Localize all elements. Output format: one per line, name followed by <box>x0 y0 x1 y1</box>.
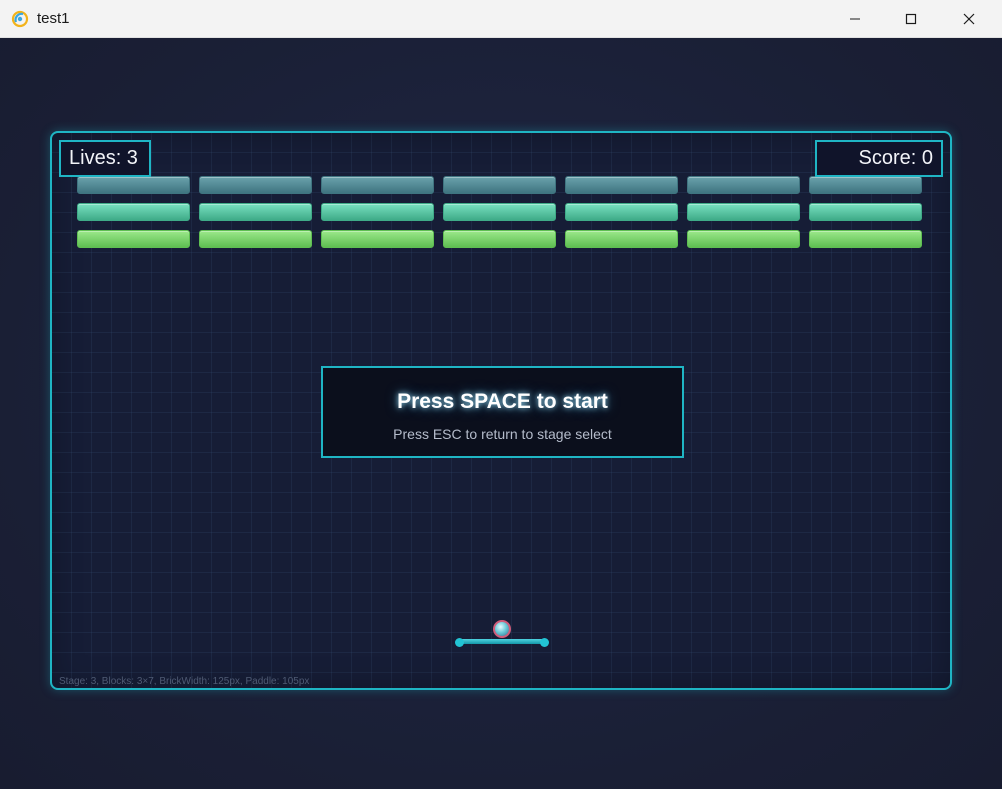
window-titlebar: test1 <box>0 0 1002 38</box>
brick <box>77 230 190 248</box>
brick <box>809 203 922 221</box>
brick <box>77 203 190 221</box>
brick <box>321 203 434 221</box>
paddle-left-cap <box>455 638 464 647</box>
debug-info: Stage: 3, Blocks: 3×7, BrickWidth: 125px… <box>59 676 310 687</box>
brick <box>321 230 434 248</box>
brick <box>687 203 800 221</box>
ball <box>493 620 511 638</box>
game-canvas[interactable]: Lives: 3 Score: 0 Press SPACE to start P… <box>0 38 1002 789</box>
brick <box>809 230 922 248</box>
score-label: Score: 0 <box>858 147 933 169</box>
brick <box>443 203 556 221</box>
close-icon <box>963 13 975 24</box>
start-prompt-subtitle: Press ESC to return to stage select <box>393 426 612 442</box>
game-arena[interactable]: Lives: 3 Score: 0 Press SPACE to start P… <box>50 131 952 690</box>
paddle-bar <box>459 639 545 644</box>
minimize-icon <box>850 18 860 19</box>
paddle[interactable] <box>455 638 549 647</box>
brick <box>565 230 678 248</box>
maximize-button[interactable] <box>888 0 934 37</box>
start-prompt: Press SPACE to start Press ESC to return… <box>321 366 684 458</box>
brick <box>199 230 312 248</box>
brick <box>199 176 312 194</box>
brick <box>565 176 678 194</box>
lives-display: Lives: 3 <box>59 140 151 177</box>
paddle-right-cap <box>540 638 549 647</box>
minimize-button[interactable] <box>832 0 878 37</box>
brick <box>565 203 678 221</box>
brick <box>321 176 434 194</box>
app-icon <box>11 10 29 28</box>
window-title: test1 <box>37 10 70 27</box>
lives-label: Lives: 3 <box>69 147 138 169</box>
brick <box>199 203 312 221</box>
brick <box>77 176 190 194</box>
brick <box>443 230 556 248</box>
brick <box>687 176 800 194</box>
brick <box>809 176 922 194</box>
maximize-icon <box>905 13 917 24</box>
brick <box>687 230 800 248</box>
start-prompt-title: Press SPACE to start <box>397 390 608 413</box>
brick <box>443 176 556 194</box>
close-button[interactable] <box>946 0 992 37</box>
score-display: Score: 0 <box>815 140 943 177</box>
